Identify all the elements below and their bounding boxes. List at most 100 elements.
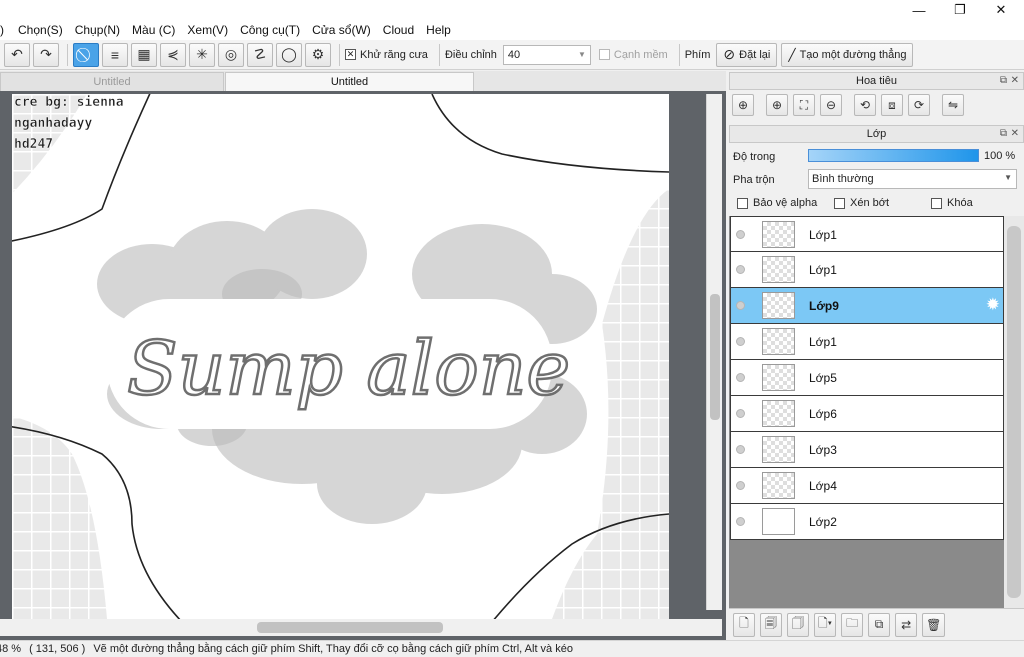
- visibility-icon[interactable]: [736, 230, 745, 239]
- layer-row[interactable]: Lớp2: [730, 504, 1004, 540]
- close-button[interactable]: ✕: [978, 0, 1024, 20]
- panel-close-icon[interactable]: ✕: [1011, 75, 1019, 86]
- rotate-right-button[interactable]: ⟳: [908, 94, 930, 116]
- document-tabs: Untitled Untitled: [0, 71, 726, 91]
- snap-radial-button[interactable]: ✳: [189, 42, 215, 67]
- tab-label: Untitled: [330, 76, 369, 88]
- chevron-down-icon: ▼: [578, 50, 586, 59]
- layer-row[interactable]: Lớp6: [730, 396, 1004, 432]
- vertical-scrollbar[interactable]: [706, 94, 722, 610]
- layer-row-selected[interactable]: Lớp9 ✹: [730, 288, 1004, 324]
- zoom-out-button[interactable]: ⊖: [820, 94, 842, 116]
- vertical-scroll-thumb[interactable]: [710, 294, 720, 420]
- visibility-icon[interactable]: [736, 517, 745, 526]
- horizontal-scrollbar[interactable]: [0, 619, 722, 636]
- layer-row[interactable]: Lớp1: [730, 216, 1004, 252]
- close-icon: ✕: [995, 2, 1007, 17]
- clipping-option[interactable]: Xén bớt: [834, 197, 889, 209]
- soft-edge-checkbox[interactable]: [598, 49, 610, 60]
- blend-mode-select[interactable]: Bình thường ▼: [808, 169, 1017, 189]
- delete-layer-button[interactable]: 🗑: [922, 612, 946, 637]
- zoom-actual-button[interactable]: ⊕: [732, 94, 754, 116]
- drawing-canvas[interactable]: Sump alone cre bg: sienna nganhadayy hd2…: [12, 94, 669, 619]
- rotate-left-button[interactable]: ⟲: [854, 94, 876, 116]
- add-layer-dropdown-button[interactable]: 🗋▾: [814, 612, 837, 637]
- layer-list-scrollbar[interactable]: [1004, 216, 1024, 608]
- undock-icon[interactable]: ⧉: [1000, 128, 1007, 139]
- blend-label: Pha trộn: [733, 174, 775, 186]
- straight-line-button[interactable]: ╱ Tạo một đường thẳng: [781, 42, 914, 67]
- menu-item-tools[interactable]: Công cụ(T): [234, 20, 306, 40]
- layer-row[interactable]: Lớp3: [730, 432, 1004, 468]
- reset-view-button[interactable]: ⧈: [881, 94, 903, 116]
- tab-untitled-2[interactable]: Untitled: [225, 72, 474, 91]
- snap-settings-button[interactable]: ⚙: [305, 42, 331, 67]
- tab-untitled-1[interactable]: Untitled: [0, 72, 224, 91]
- menu-item-file[interactable]: ): [0, 20, 12, 40]
- fit-window-icon: ⛶: [799, 97, 809, 112]
- visibility-icon[interactable]: [736, 337, 745, 346]
- transfer-icon: ⇄: [901, 617, 912, 632]
- layer-row[interactable]: Lớp1: [730, 252, 1004, 288]
- layer-thumbnail: [762, 328, 795, 355]
- new-folder-button[interactable]: 🗀: [841, 612, 864, 637]
- snap-grid-button[interactable]: ▦: [131, 42, 157, 67]
- protect-alpha-checkbox[interactable]: [737, 197, 748, 209]
- visibility-icon[interactable]: [736, 373, 745, 382]
- adjust-combobox[interactable]: 40 ▼: [502, 44, 591, 65]
- minimize-button[interactable]: —: [896, 0, 942, 20]
- menu-item-capture[interactable]: Chụp(N): [69, 20, 126, 40]
- title-bar: — ❐ ✕: [0, 0, 1024, 20]
- menu-item-help[interactable]: Help: [420, 20, 457, 40]
- maximize-button[interactable]: ❐: [937, 0, 983, 20]
- layer-row[interactable]: Lớp4: [730, 468, 1004, 504]
- undock-icon[interactable]: ⧉: [1000, 75, 1007, 86]
- opacity-slider[interactable]: [808, 149, 979, 162]
- clipping-checkbox[interactable]: [834, 197, 845, 209]
- visibility-icon[interactable]: [736, 265, 745, 274]
- menu-item-select[interactable]: Chọn(S): [12, 20, 69, 40]
- snap-ellipse-button[interactable]: ◯: [276, 42, 302, 67]
- visibility-icon[interactable]: [736, 445, 745, 454]
- flip-horizontal-button[interactable]: ⇋: [942, 94, 964, 116]
- key-label: Phím: [684, 48, 711, 61]
- visibility-icon[interactable]: [736, 409, 745, 418]
- protect-alpha-option[interactable]: Bảo vệ alpha: [737, 197, 817, 209]
- menu-item-color[interactable]: Màu (C): [126, 20, 181, 40]
- menu-item-view[interactable]: Xem(V): [181, 20, 234, 40]
- opacity-value: 100 %: [984, 150, 1016, 162]
- layer-list: Lớp1 Lớp1 Lớp9 ✹ Lớp1 Lớp5 Lớp6 Lớp3 Lớp…: [729, 216, 1024, 608]
- adjust-value: 40: [507, 48, 521, 61]
- layer-row[interactable]: Lớp1: [730, 324, 1004, 360]
- snap-curve-button[interactable]: ☡: [247, 42, 273, 67]
- layer-row[interactable]: Lớp5: [730, 360, 1004, 396]
- gear-icon[interactable]: ✹: [986, 296, 1000, 314]
- horizontal-scroll-thumb[interactable]: [257, 622, 443, 633]
- menu-item-cloud[interactable]: Cloud: [377, 20, 420, 40]
- new-1bit-layer-button[interactable]: 🗍: [787, 612, 809, 637]
- zoom-in-button[interactable]: ⊕: [766, 94, 788, 116]
- antialias-checkbox[interactable]: ✕: [345, 49, 356, 60]
- snap-vanishing-button[interactable]: ⋞: [160, 42, 186, 67]
- artwork-text: Sump alone: [127, 326, 570, 412]
- canvas-area[interactable]: Sump alone cre bg: sienna nganhadayy hd2…: [0, 91, 726, 640]
- duplicate-layer-button[interactable]: ⧉: [868, 612, 891, 637]
- fit-window-button[interactable]: ⛶: [793, 94, 815, 116]
- menu-item-window[interactable]: Cửa sổ(W): [306, 20, 377, 40]
- lock-checkbox[interactable]: [931, 197, 942, 209]
- new-layer-button[interactable]: 🗋: [733, 612, 755, 637]
- snap-concentric-button[interactable]: ◎: [218, 42, 244, 67]
- redo-button[interactable]: ↷: [33, 42, 59, 67]
- new-8bit-layer-button[interactable]: 🗐: [760, 612, 782, 637]
- undo-button[interactable]: ↶: [4, 42, 30, 67]
- layer-scroll-thumb[interactable]: [1007, 226, 1021, 598]
- tab-label: Untitled: [93, 76, 131, 88]
- snap-off-button[interactable]: ⃠: [73, 42, 99, 67]
- lock-option[interactable]: Khóa: [931, 197, 973, 209]
- visibility-icon[interactable]: [736, 481, 745, 490]
- transfer-layer-button[interactable]: ⇄: [895, 612, 918, 637]
- panel-close-icon[interactable]: ✕: [1011, 128, 1019, 139]
- reset-button[interactable]: ⊘ Đặt lại: [716, 42, 778, 67]
- snap-parallel-button[interactable]: ≡: [102, 42, 128, 67]
- visibility-icon[interactable]: [736, 301, 745, 310]
